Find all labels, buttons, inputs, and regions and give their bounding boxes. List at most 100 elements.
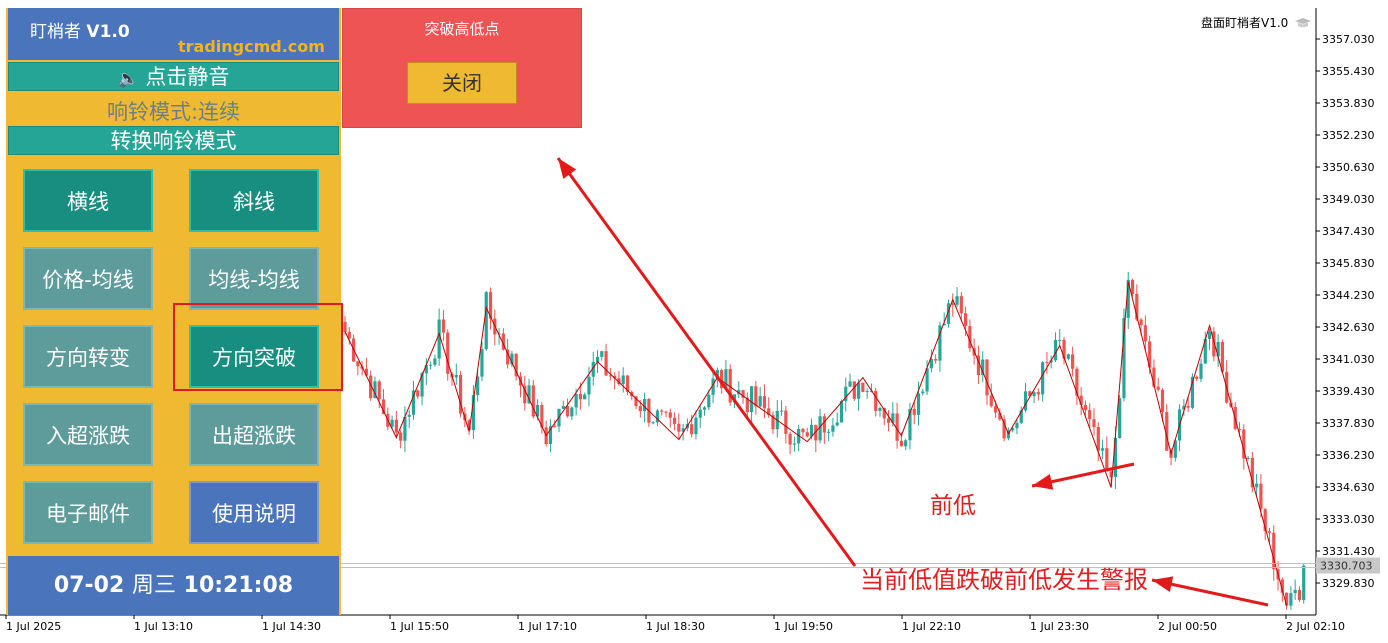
candle-body (754, 386, 758, 407)
candle-body (835, 422, 839, 426)
candle-body (1023, 391, 1028, 411)
y-tick-label: 3331.430 (1322, 545, 1375, 558)
candle-body (1246, 457, 1250, 459)
candle-body (638, 406, 642, 412)
website-link[interactable]: tradingcmd.com (178, 37, 325, 56)
trend-line-button[interactable]: 斜线 (189, 169, 319, 232)
candle-body (993, 406, 998, 413)
manual-button[interactable]: 使用说明 (189, 481, 319, 544)
candle-body (886, 418, 891, 423)
candle-body (1195, 376, 1199, 379)
candle-body (672, 417, 677, 424)
exit-overbought-button[interactable]: 出超涨跌 (189, 403, 319, 466)
x-tick-label: 1 Jul 17:10 (518, 620, 577, 633)
candle-body (904, 440, 908, 447)
candle-body (921, 391, 925, 394)
candle-body (784, 410, 788, 434)
candle-body (1186, 405, 1190, 408)
x-tick-label: 1 Jul 19:50 (774, 620, 833, 633)
candle-body (1199, 363, 1203, 379)
indicator-label: 盘面盯梢者V1.0 (1201, 14, 1312, 31)
y-tick-label: 3357.030 (1322, 33, 1375, 46)
candle-body (356, 361, 360, 367)
candle-body (394, 419, 398, 433)
candle-body (779, 410, 784, 412)
candle-body (865, 391, 869, 393)
candle-body (827, 431, 831, 433)
candle-body (553, 426, 557, 428)
candle-body (831, 425, 835, 432)
previous-low-annotation: 前低 (930, 493, 976, 519)
price-ma-button[interactable]: 价格-均线 (23, 247, 153, 310)
candle-body (1066, 354, 1070, 359)
candle-body (1045, 362, 1049, 364)
candle-body (480, 349, 484, 377)
candle-body (762, 396, 767, 409)
app-title-text: 盯梢者 (30, 22, 81, 42)
candle-body (1139, 319, 1143, 326)
ma-ma-button[interactable]: 均线-均线 (189, 247, 319, 310)
candle-body (677, 423, 681, 432)
candle-body (1062, 339, 1066, 359)
y-tick-label: 3355.430 (1322, 65, 1375, 78)
candle-body (1088, 410, 1092, 420)
candle-body (660, 410, 664, 412)
candle-body (1118, 398, 1122, 439)
candle-body (429, 364, 433, 366)
graduation-cap-icon (1295, 18, 1312, 28)
popup-title: 突破高低点 (424, 20, 500, 38)
mute-button[interactable]: 🔈 点击静音 (8, 62, 339, 91)
candle-body (454, 375, 458, 378)
x-tick-label: 1 Jul 22:10 (902, 620, 961, 633)
candle-body (1293, 589, 1297, 594)
candle-body (1267, 531, 1272, 533)
candle-body (484, 292, 488, 350)
speaker-icon: 🔈 (117, 69, 139, 89)
y-tick-label: 3342.630 (1322, 321, 1375, 334)
x-tick-label: 2 Jul 00:50 (1158, 620, 1217, 633)
candle-body (848, 381, 852, 387)
candle-body (1285, 592, 1289, 606)
candle-body (1259, 483, 1263, 510)
y-tick-label: 3334.630 (1322, 481, 1375, 494)
x-tick-label: 1 Jul 15:50 (390, 620, 449, 633)
candle-body (702, 407, 707, 410)
close-button[interactable]: 关闭 (407, 62, 517, 104)
candle-body (1083, 404, 1088, 411)
candle-body (1041, 362, 1045, 395)
candle-body (651, 422, 655, 424)
candle-body (955, 296, 959, 305)
direction-change-button[interactable]: 方向转变 (23, 325, 153, 388)
candle-body (964, 313, 968, 327)
candle-body (861, 382, 865, 392)
candle-body (446, 332, 450, 374)
email-button[interactable]: 电子邮件 (23, 481, 153, 544)
horizontal-line-button[interactable]: 横线 (23, 169, 153, 232)
app-version: V1.0 (86, 22, 130, 42)
panel-header: 盯梢者 V1.0 tradingcmd.com (8, 8, 339, 60)
candle-body (788, 433, 792, 445)
x-tick-label: 1 Jul 2025 (6, 620, 61, 633)
candle-body (750, 386, 754, 413)
candle-body (561, 406, 565, 409)
candle-body (1255, 483, 1259, 488)
candle-body (934, 358, 938, 361)
candle-body (441, 319, 446, 333)
x-tick-label: 1 Jul 13:10 (134, 620, 193, 633)
clock-display: 07-02 周三 10:21:08 (8, 556, 339, 615)
candle-body (1130, 279, 1135, 294)
switch-ring-mode-button[interactable]: 转换响铃模式 (8, 126, 339, 155)
y-tick-label: 3345.830 (1322, 257, 1375, 270)
candle-body (416, 390, 420, 397)
y-tick-label: 3350.630 (1322, 161, 1375, 174)
candle-body (1015, 422, 1019, 429)
breakout-alert-popup: 突破高低点 关闭 (342, 8, 582, 128)
price-tag-label: 3330.703 (1320, 560, 1373, 573)
candle-body (668, 412, 672, 418)
candle-body (570, 407, 574, 417)
candle-body (1297, 589, 1302, 601)
enter-overbought-button[interactable]: 入超涨跌 (23, 403, 153, 466)
candle-body (1100, 448, 1105, 451)
candle-body (600, 351, 604, 357)
breakout-button-highlight (173, 303, 343, 391)
